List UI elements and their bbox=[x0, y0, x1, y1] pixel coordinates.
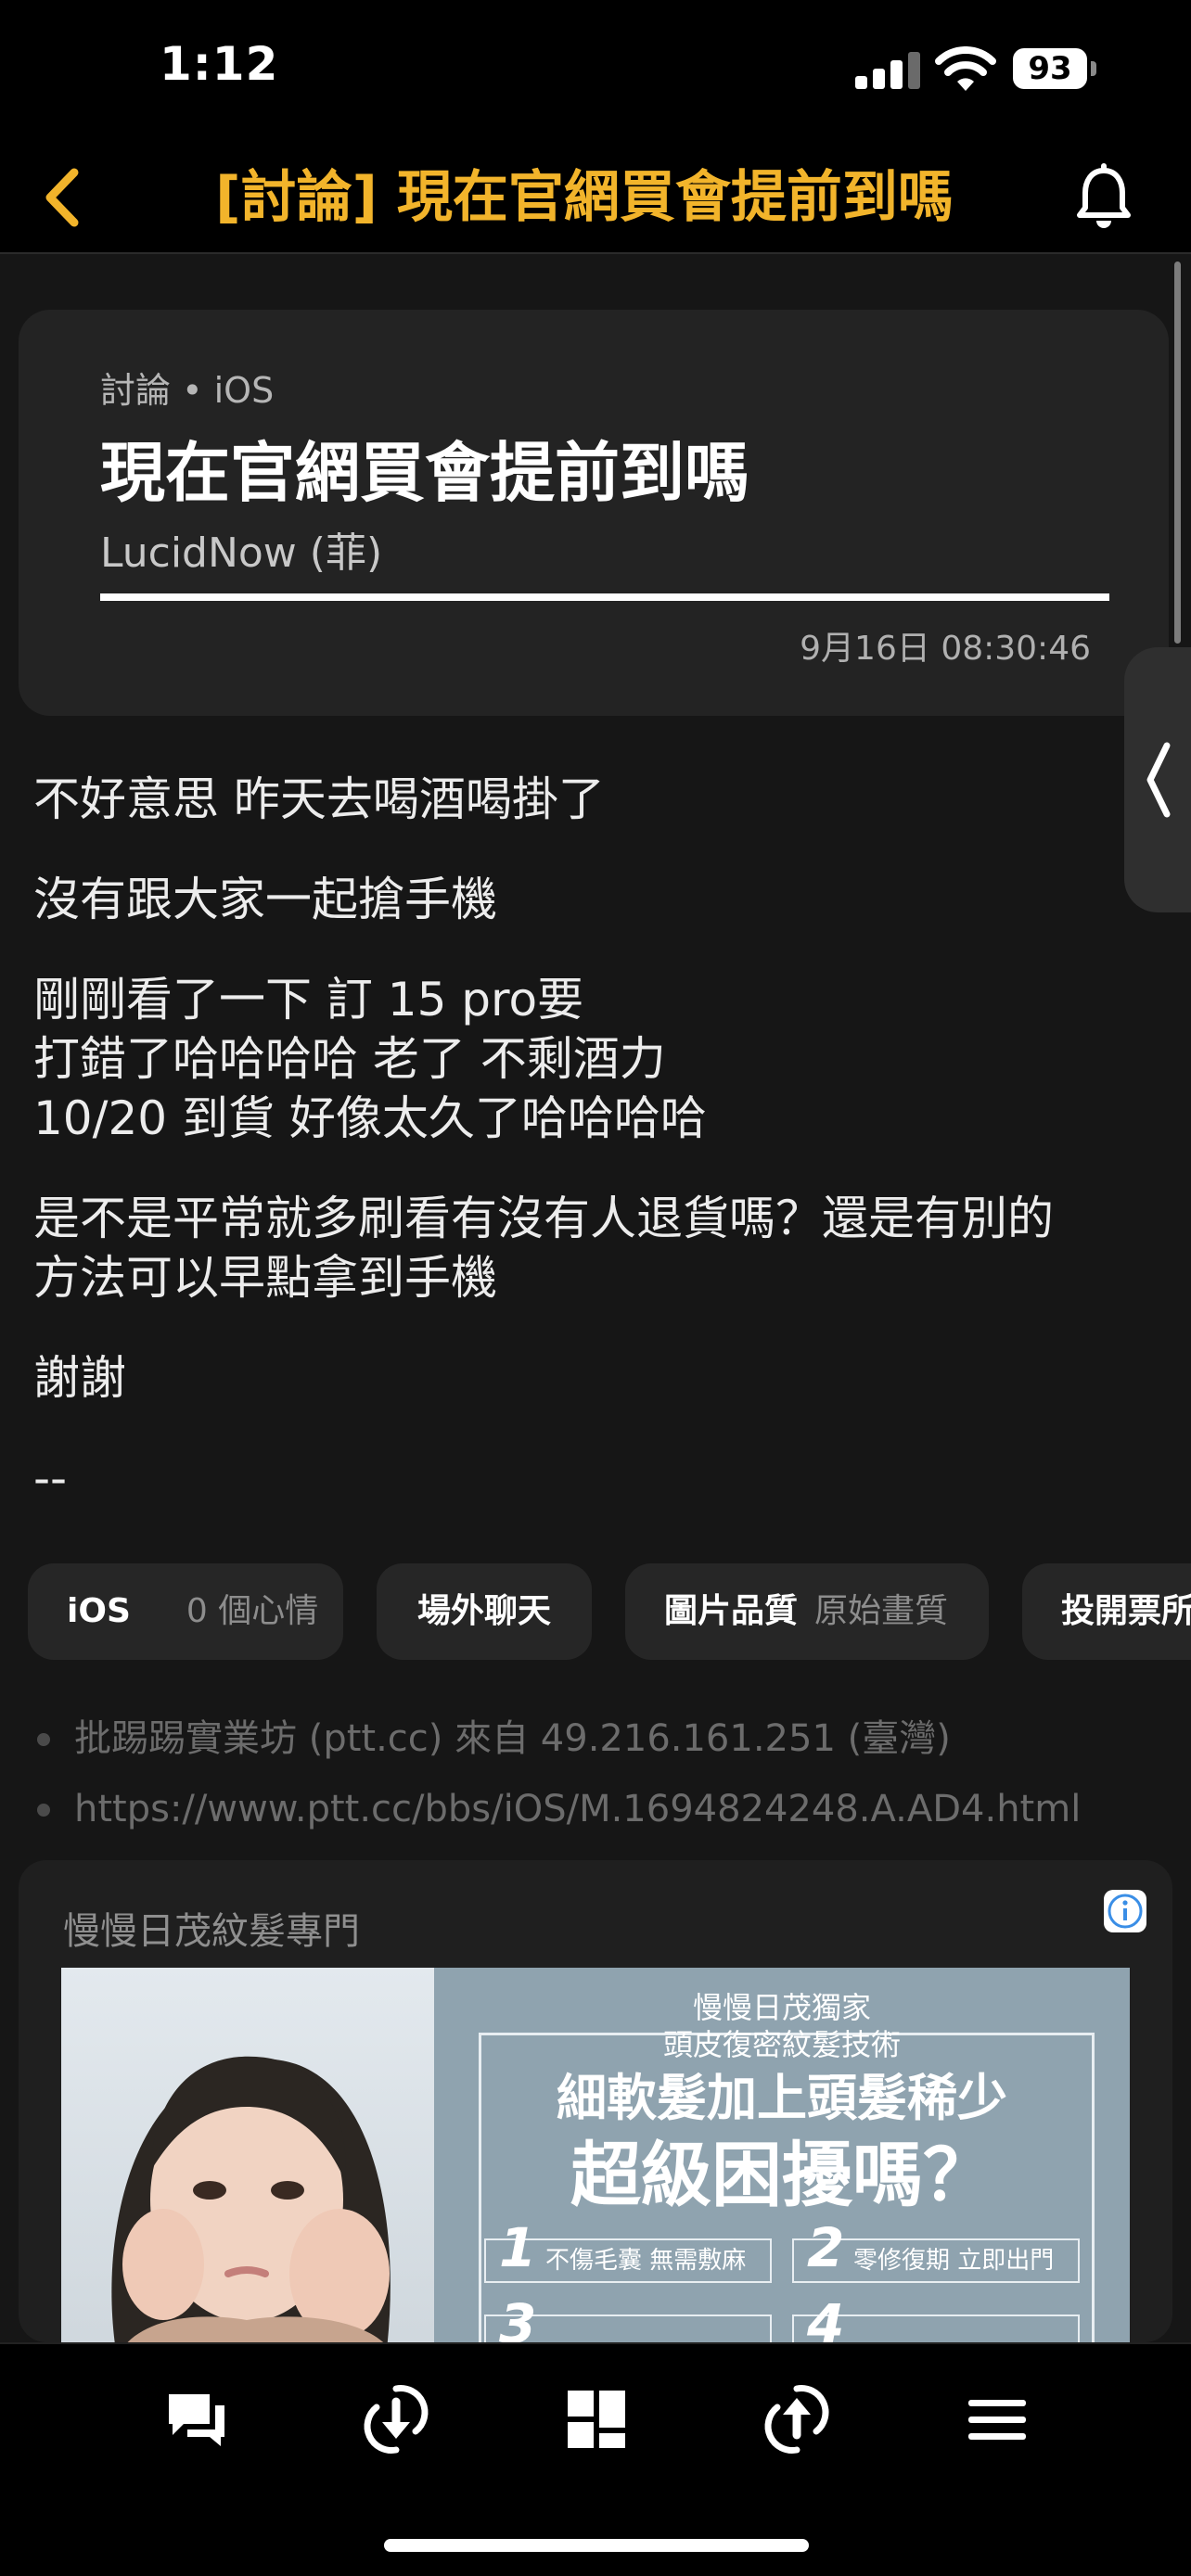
ad-feature-number: 2 bbox=[807, 2216, 845, 2279]
board-name[interactable]: iOS bbox=[214, 370, 275, 411]
body-signature: -- bbox=[33, 1451, 68, 1505]
body-paragraph: 剛剛看了一下 訂 15 pro要 打錯了哈哈哈哈 老了 不剩酒力 10/20 到… bbox=[33, 973, 707, 1145]
comments-icon[interactable] bbox=[154, 2378, 237, 2461]
header-title: [討論] 現在官網買會提前到嗎 bbox=[215, 165, 954, 230]
body-paragraph: 是不是平常就多刷看有沒有人退貨嗎？還是有別的 方法可以早點拿到手機 bbox=[33, 1192, 1054, 1305]
status-time: 1:12 bbox=[160, 37, 279, 91]
chip-sub: 原始畫質 bbox=[814, 1592, 949, 1630]
post-title: 現在官網買會提前到嗎 bbox=[100, 435, 749, 511]
refresh-icon[interactable] bbox=[755, 2378, 839, 2461]
ad-info-icon[interactable] bbox=[1104, 1890, 1146, 1932]
chip-chat[interactable]: 場外聊天 bbox=[377, 1563, 592, 1660]
layout-icon[interactable] bbox=[555, 2378, 638, 2461]
post-meta: 討論 • iOS bbox=[100, 362, 274, 413]
battery-level: 93 bbox=[1013, 48, 1087, 89]
chip-label: iOS bbox=[67, 1592, 131, 1630]
divider bbox=[100, 593, 1109, 601]
app-header: [討論] 現在官網買會提前到嗎 bbox=[0, 139, 1191, 254]
ad-feature-number: 3 bbox=[499, 2292, 537, 2342]
download-icon[interactable] bbox=[354, 2378, 438, 2461]
ad-feature-1: 1 不傷毛囊 無需敷麻 bbox=[484, 2221, 772, 2283]
post-header-card: 討論 • iOS 現在官網買會提前到嗎 LucidNow (菲) 9月16日 0… bbox=[19, 310, 1169, 716]
meta-separator: • bbox=[182, 370, 214, 411]
ad-card[interactable]: 慢慢日茂紋髮專門 慢慢日茂獨家 頭皮復密紋髮技術 細軟髮加上頭髮稀少 超級困擾嗎… bbox=[19, 1860, 1172, 2342]
bell-icon[interactable] bbox=[1067, 158, 1141, 237]
board-tag: 討論 bbox=[100, 370, 172, 411]
ad-text-panel: 慢慢日茂獨家 頭皮復密紋髮技術 細軟髮加上頭髮稀少 超級困擾嗎？ 1 不傷毛囊 … bbox=[434, 1968, 1130, 2342]
battery-tip bbox=[1091, 61, 1096, 76]
chip-label: 場外聊天 bbox=[416, 1592, 551, 1630]
chip-sub: 0 個心情 bbox=[186, 1592, 319, 1630]
ad-feature-4: 4 bbox=[792, 2297, 1080, 2342]
ad-feature-2: 2 零修復期 立即出門 bbox=[792, 2221, 1080, 2283]
ad-banner-image[interactable]: 慢慢日茂獨家 頭皮復密紋髮技術 細軟髮加上頭髮稀少 超級困擾嗎？ 1 不傷毛囊 … bbox=[61, 1968, 1130, 2342]
cellular-signal-icon bbox=[855, 52, 920, 89]
ad-feature-text: 零修復期 立即出門 bbox=[853, 2247, 1055, 2275]
ad-model-photo bbox=[61, 1968, 434, 2342]
chip-board-mood[interactable]: iOS 0 個心情 bbox=[28, 1563, 343, 1660]
ad-line-4: 超級困擾嗎？ bbox=[570, 2134, 993, 2216]
wifi-icon bbox=[935, 46, 996, 91]
chip-label: 圖片品質 bbox=[664, 1592, 799, 1630]
ad-advertiser: 慢慢日茂紋髮專門 bbox=[63, 1910, 360, 1953]
status-bar: 1:12 93 bbox=[0, 0, 1191, 139]
chip-polling-station[interactable]: 投開票所 bbox=[1022, 1563, 1191, 1660]
chip-row: iOS 0 個心情 場外聊天 圖片品質 原始畫質 投開票所 bbox=[28, 1563, 1191, 1660]
body-paragraph: 不好意思 昨天去喝酒喝掛了 bbox=[33, 772, 605, 826]
ad-feature-number: 1 bbox=[499, 2216, 537, 2279]
info-source: 批踢踢實業坊 (ptt.cc) 來自 49.216.161.251 (臺灣) bbox=[33, 1712, 1174, 1782]
body-paragraph: 沒有跟大家一起搶手機 bbox=[33, 873, 497, 926]
chip-image-quality[interactable]: 圖片品質 原始畫質 bbox=[625, 1563, 989, 1660]
post-info-list: 批踢踢實業坊 (ptt.cc) 來自 49.216.161.251 (臺灣) h… bbox=[33, 1712, 1174, 1853]
back-chevron-icon[interactable] bbox=[28, 156, 102, 239]
scrollbar-thumb[interactable] bbox=[1174, 261, 1181, 644]
ad-feature-text: 不傷毛囊 無需敷麻 bbox=[545, 2247, 747, 2275]
post-author[interactable]: LucidNow (菲) bbox=[100, 519, 382, 579]
home-indicator[interactable] bbox=[384, 2539, 809, 2552]
menu-icon[interactable] bbox=[955, 2378, 1039, 2461]
post-timestamp: 9月16日 08:30:46 bbox=[800, 630, 1091, 668]
chip-label: 投開票所 bbox=[1061, 1592, 1191, 1630]
post-body: 不好意思 昨天去喝酒喝掛了 沒有跟大家一起搶手機 剛剛看了一下 訂 15 pro… bbox=[33, 770, 1165, 1549]
ad-feature-3: 3 bbox=[484, 2297, 772, 2342]
body-paragraph: 謝謝 bbox=[33, 1351, 126, 1405]
info-url-link[interactable]: https://www.ptt.cc/bbs/iOS/M.1694824248.… bbox=[33, 1782, 1174, 1853]
ad-feature-number: 4 bbox=[807, 2292, 845, 2342]
